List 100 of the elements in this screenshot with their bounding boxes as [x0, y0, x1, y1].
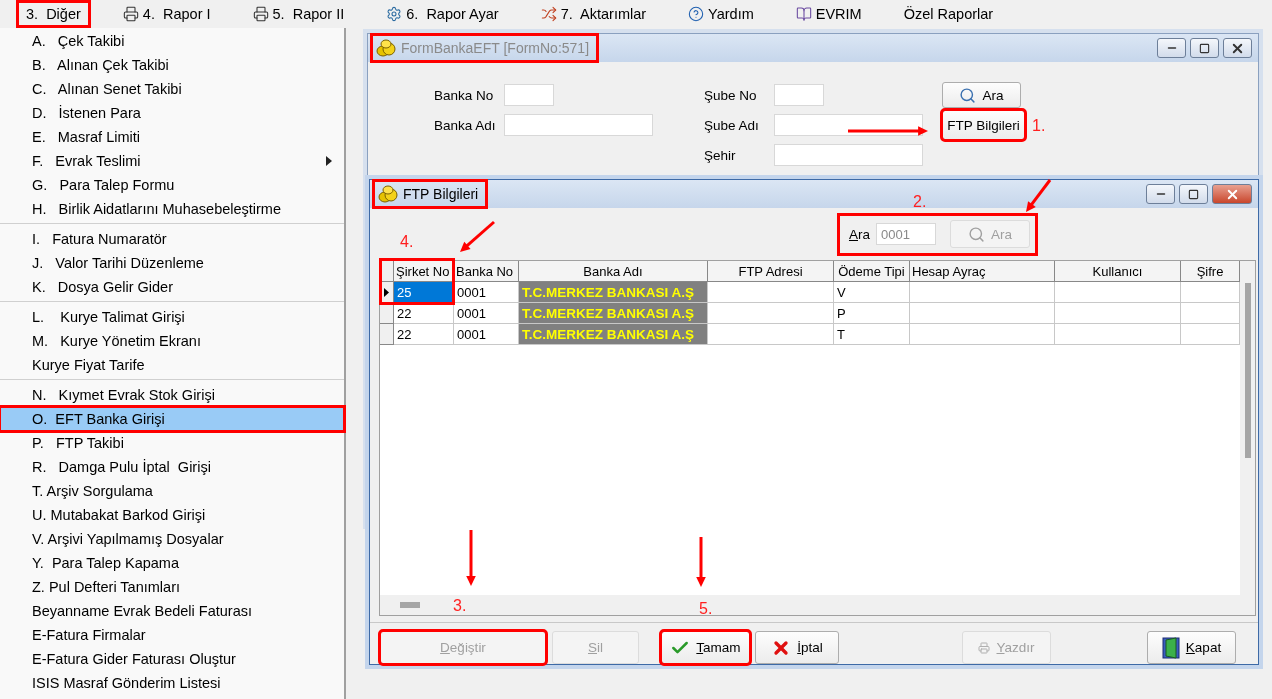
- table-cell: 22: [394, 303, 454, 324]
- maximize-button[interactable]: [1190, 38, 1219, 58]
- coins-icon: [378, 185, 398, 203]
- menu-item[interactable]: N. Kıymet Evrak Stok Girişi: [0, 383, 344, 407]
- settings-icon: [386, 6, 403, 22]
- maximize-icon: [1199, 42, 1210, 54]
- minimize-button[interactable]: [1146, 184, 1175, 204]
- column-header[interactable]: Şirket No: [394, 261, 454, 282]
- menu-item[interactable]: T. Arşiv Sorgulama: [0, 479, 344, 503]
- menu-item[interactable]: Yardım: [680, 2, 762, 26]
- table-cell: V: [834, 282, 910, 303]
- current-row-icon: [384, 287, 389, 297]
- table-cell: 22: [394, 324, 454, 345]
- action-button[interactable]: Tamam: [661, 631, 750, 664]
- input-field[interactable]: [504, 84, 554, 106]
- menu-item[interactable]: J. Valor Tarihi Düzenleme: [0, 251, 344, 275]
- menu-item[interactable]: 6. Rapor Ayar: [378, 2, 507, 26]
- menu-item[interactable]: M. Kurye Yönetim Ekranı: [0, 329, 344, 353]
- window-title: FormBankaEFT [FormNo:571]: [372, 35, 598, 61]
- menu-item[interactable]: I. Fatura Numaratör: [0, 227, 344, 251]
- field-label: Şehir: [704, 147, 737, 163]
- menu-item[interactable]: A. Çek Takibi: [0, 29, 344, 53]
- arrow-icon: [466, 530, 476, 586]
- door-icon: [1161, 636, 1180, 659]
- step-number: 1.: [1032, 117, 1046, 135]
- printer-icon: [252, 6, 269, 22]
- field-label: Şube No: [704, 87, 758, 103]
- menu-item[interactable]: P. FTP Takibi: [0, 431, 344, 455]
- action-button[interactable]: Kapat: [1147, 631, 1236, 664]
- menu-item[interactable]: 3. Diğer: [18, 2, 89, 26]
- book-icon: [795, 6, 812, 22]
- menu-item[interactable]: 4. Rapor I: [114, 2, 219, 26]
- column-header[interactable]: Kullanıcı: [1055, 261, 1181, 282]
- column-header[interactable]: Hesap Ayraç: [910, 261, 1055, 282]
- input-field[interactable]: [774, 144, 923, 166]
- maximize-icon: [1188, 188, 1199, 200]
- menu-item[interactable]: D. İstenen Para: [0, 101, 344, 125]
- menu-item[interactable]: 5. Rapor II: [244, 2, 353, 26]
- table-cell: T.C.MERKEZ BANKASI A.Ş: [519, 324, 708, 345]
- menu-item[interactable]: G. Para Talep Formu: [0, 173, 344, 197]
- menu-item[interactable]: R. Damga Pulu İptal Girişi: [0, 455, 344, 479]
- menu-item[interactable]: C. Alınan Senet Takibi: [0, 77, 344, 101]
- arrow-icon: [848, 126, 928, 136]
- table-cell: T.C.MERKEZ BANKASI A.Ş: [519, 303, 708, 324]
- input-field[interactable]: [774, 84, 824, 106]
- submenu-arrow-icon: [326, 156, 332, 166]
- table-cell: P: [834, 303, 910, 324]
- arrow-icon: [460, 220, 495, 252]
- menu-item[interactable]: 7. Aktarımlar: [532, 2, 655, 26]
- printer-icon: [978, 641, 991, 654]
- arrow-icon: [696, 537, 706, 587]
- column-header[interactable]: Şifre: [1181, 261, 1240, 282]
- close-button[interactable]: [1223, 38, 1252, 58]
- input-field[interactable]: [774, 114, 923, 136]
- column-header[interactable]: Ödeme Tipi: [834, 261, 910, 282]
- column-header[interactable]: Banka No: [454, 261, 519, 282]
- menu-item[interactable]: F. Evrak Teslimi: [0, 149, 344, 173]
- column-header[interactable]: FTP Adresi: [708, 261, 834, 282]
- shuffle-icon: [540, 6, 557, 22]
- column-header[interactable]: Banka Adı: [519, 261, 708, 282]
- search-field[interactable]: 0001: [876, 223, 936, 245]
- menu-item[interactable]: E. Masraf Limiti: [0, 125, 344, 149]
- step-number: 5.: [699, 600, 713, 618]
- menu-item[interactable]: Kurye Fiyat Tarife: [0, 353, 344, 377]
- menu-item[interactable]: H. Birlik Aidatlarını Muhasebeleştirme: [0, 197, 344, 221]
- window-title: FTP Bilgileri: [374, 181, 487, 207]
- menu-item[interactable]: Özel Raporlar: [895, 2, 1002, 26]
- field-label: Banka Adı: [434, 117, 497, 133]
- menu-item[interactable]: O. EFT Banka Girişi: [0, 407, 344, 431]
- step-number: 4.: [400, 233, 414, 251]
- menu-item[interactable]: E-Fatura Gider Faturası Oluştur: [0, 647, 344, 671]
- menu-item[interactable]: Y. Para Talep Kapama: [0, 551, 344, 575]
- printer-icon: [122, 6, 139, 22]
- step-number: 3.: [453, 597, 467, 615]
- search-icon: [968, 225, 985, 243]
- table-cell: T: [834, 324, 910, 345]
- menu-item[interactable]: ISIS Masraf Gönderim Listesi: [0, 671, 344, 695]
- menu-item[interactable]: U. Mutabakat Barkod Girişi: [0, 503, 344, 527]
- menu-item[interactable]: Z. Pul Defteri Tanımları: [0, 575, 344, 599]
- menu-item[interactable]: K. Dosya Gelir Gider: [0, 275, 344, 299]
- menu-item[interactable]: V. Arşivi Yapılmamış Dosyalar: [0, 527, 344, 551]
- menu-item[interactable]: B. Alınan Çek Takibi: [0, 53, 344, 77]
- coins-icon: [376, 39, 396, 57]
- menu-item[interactable]: L. Kurye Talimat Girişi: [0, 305, 344, 329]
- input-field[interactable]: [504, 114, 653, 136]
- menu-item[interactable]: EVRIM: [787, 2, 870, 26]
- minimize-button[interactable]: [1157, 38, 1186, 58]
- search-button[interactable]: Ara: [942, 82, 1021, 108]
- menu-item[interactable]: E-Fatura Firmalar: [0, 623, 344, 647]
- menu-item[interactable]: Beyanname Evrak Bedeli Faturası: [0, 599, 344, 623]
- horizontal-scrollbar[interactable]: [380, 595, 1255, 615]
- table-cell: T.C.MERKEZ BANKASI A.Ş: [519, 282, 708, 303]
- search-label: Ara: [848, 226, 870, 242]
- step-number: 2.: [913, 193, 927, 211]
- help-icon: [688, 6, 705, 22]
- arrow-icon: [1026, 179, 1052, 212]
- action-button[interactable]: İptal: [755, 631, 839, 664]
- ftp-info-button[interactable]: FTP Bilgileri: [942, 110, 1025, 140]
- vertical-scrollbar[interactable]: [1240, 261, 1255, 595]
- maximize-button[interactable]: [1179, 184, 1208, 204]
